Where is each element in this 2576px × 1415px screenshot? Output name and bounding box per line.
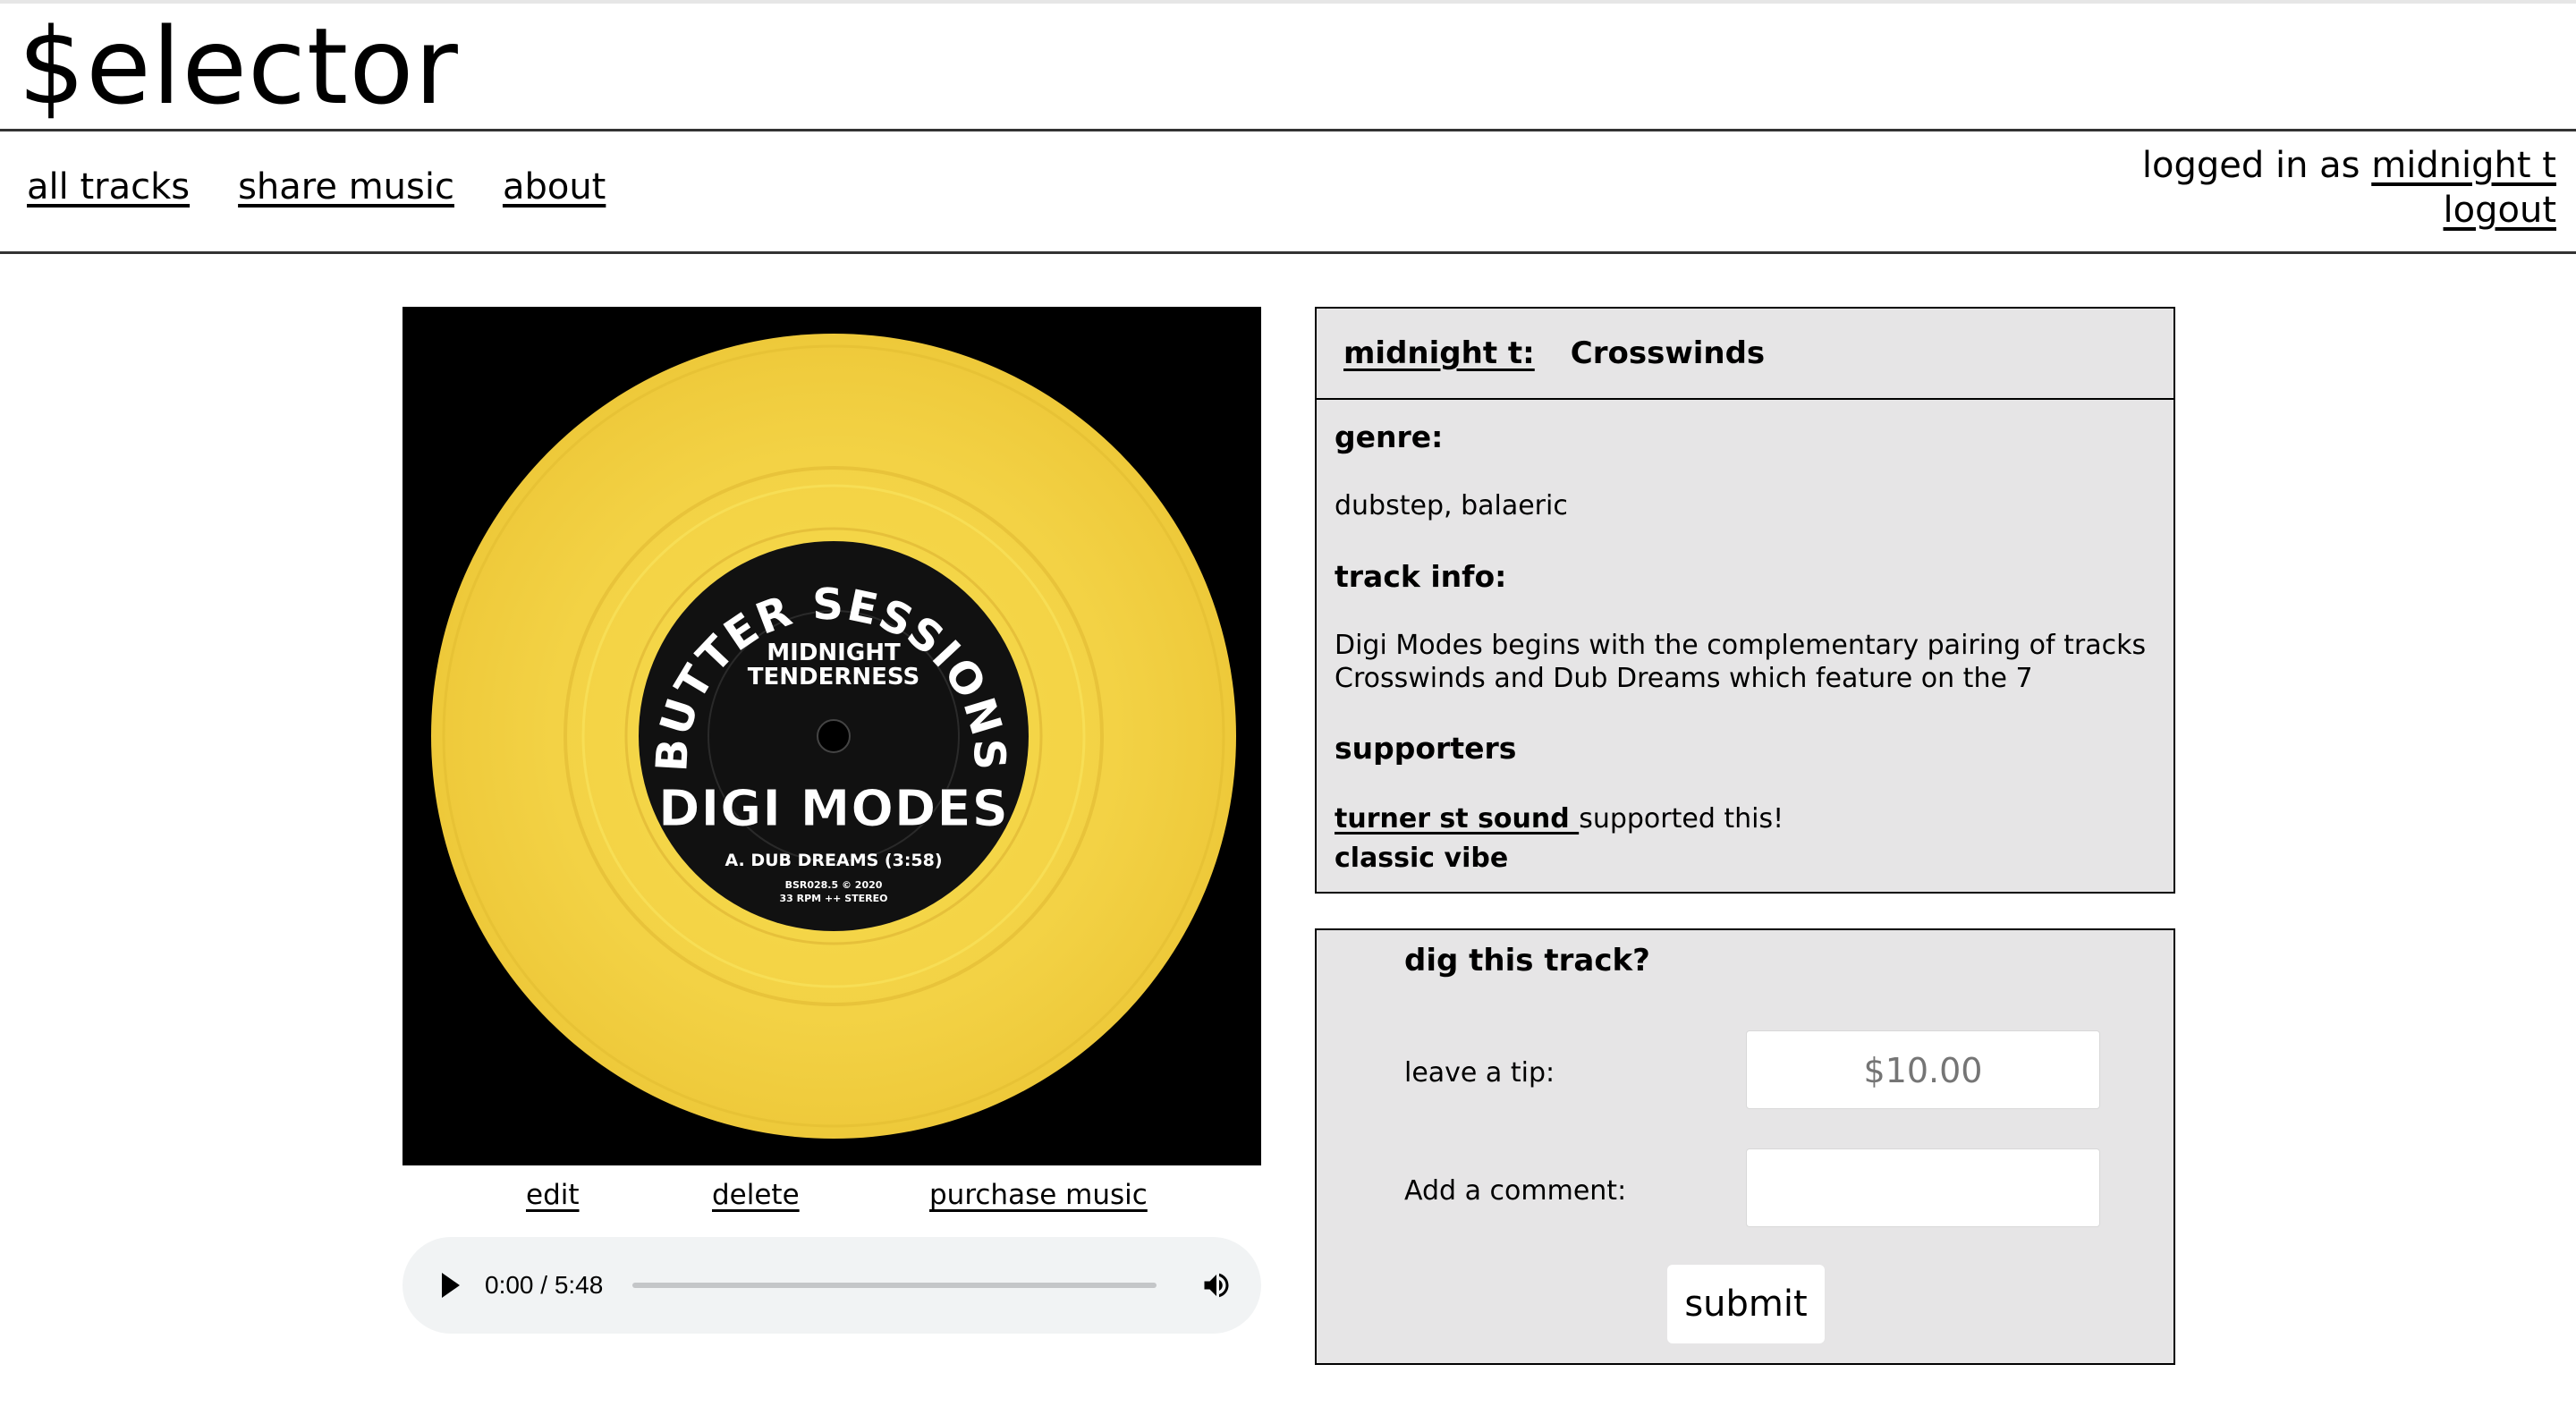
vinyl-record-image: BUTTER SESSIONS MIDNIGHT TENDERNESS DIGI…: [431, 334, 1236, 1139]
site-title: $elector: [18, 4, 459, 128]
track-info-panel: midnight t: Crosswinds genre: dubstep, b…: [1315, 307, 2175, 894]
track-actions: edit delete purchase music: [402, 1179, 1261, 1224]
logged-in-label: logged in as: [2141, 145, 2372, 186]
label-side: A. DUB DREAMS (3:58): [724, 851, 942, 870]
tip-panel: dig this track? leave a tip: $10.00 Add …: [1315, 928, 2175, 1365]
spindle-hole: [817, 719, 851, 753]
edit-link[interactable]: edit: [526, 1179, 580, 1211]
track-title: Crosswinds: [1570, 335, 1766, 371]
supporters-heading: supporters: [1335, 731, 1517, 766]
nav-share-music[interactable]: share music: [238, 166, 454, 208]
submit-button[interactable]: submit: [1667, 1265, 1825, 1343]
label-artist-1: MIDNIGHT: [767, 640, 901, 666]
nav-about[interactable]: about: [503, 166, 606, 208]
username-link[interactable]: midnight t: [2371, 145, 2556, 186]
tip-label: leave a tip:: [1404, 1057, 1555, 1089]
track-info-line-2: Crosswinds and Dub Dreams which feature …: [1335, 663, 2033, 694]
label-release: DIGI MODES: [658, 780, 1009, 838]
player-time: 0:00 / 5:48: [485, 1271, 604, 1299]
logout-link[interactable]: logout: [2444, 190, 2556, 231]
header-divider: [0, 129, 2576, 131]
account-status: logged in as midnight t logout: [2142, 143, 2556, 233]
volume-icon[interactable]: [1200, 1269, 1233, 1301]
label-artist-2: TENDERNESS: [748, 664, 919, 691]
supporter-entry: turner st sound supported this!: [1335, 802, 2148, 835]
label-catalog: BSR028.5 © 2020: [785, 879, 883, 891]
supporter-suffix: supported this!: [1579, 803, 1784, 835]
album-artwork: BUTTER SESSIONS MIDNIGHT TENDERNESS DIGI…: [402, 307, 1261, 1165]
audio-player: 0:00 / 5:48: [402, 1237, 1261, 1334]
comment-label: Add a comment:: [1404, 1175, 1627, 1207]
seek-bar[interactable]: [632, 1283, 1157, 1288]
delete-link[interactable]: delete: [712, 1179, 800, 1211]
supporter-comment: classic vibe: [1335, 843, 1509, 874]
purchase-music-link[interactable]: purchase music: [929, 1179, 1148, 1211]
main-nav: all tracks share music about: [27, 166, 606, 208]
tip-amount-input[interactable]: $10.00: [1746, 1030, 2100, 1109]
track-header: midnight t: Crosswinds: [1317, 309, 2174, 400]
label-info: 33 RPM ++ STEREO: [780, 893, 888, 904]
genre-heading: genre:: [1335, 419, 1444, 454]
play-icon[interactable]: [442, 1273, 460, 1298]
supporter-link[interactable]: turner st sound: [1335, 803, 1579, 835]
track-info-line-1: Digi Modes begins with the complementary…: [1335, 630, 2147, 661]
track-info-heading: track info:: [1335, 559, 1507, 594]
tip-heading: dig this track?: [1404, 943, 1650, 979]
nav-all-tracks[interactable]: all tracks: [27, 166, 190, 208]
nav-divider: [0, 251, 2576, 254]
genre-value: dubstep, balaeric: [1335, 490, 1568, 521]
artist-link[interactable]: midnight t:: [1343, 335, 1535, 371]
comment-input[interactable]: [1746, 1148, 2100, 1227]
